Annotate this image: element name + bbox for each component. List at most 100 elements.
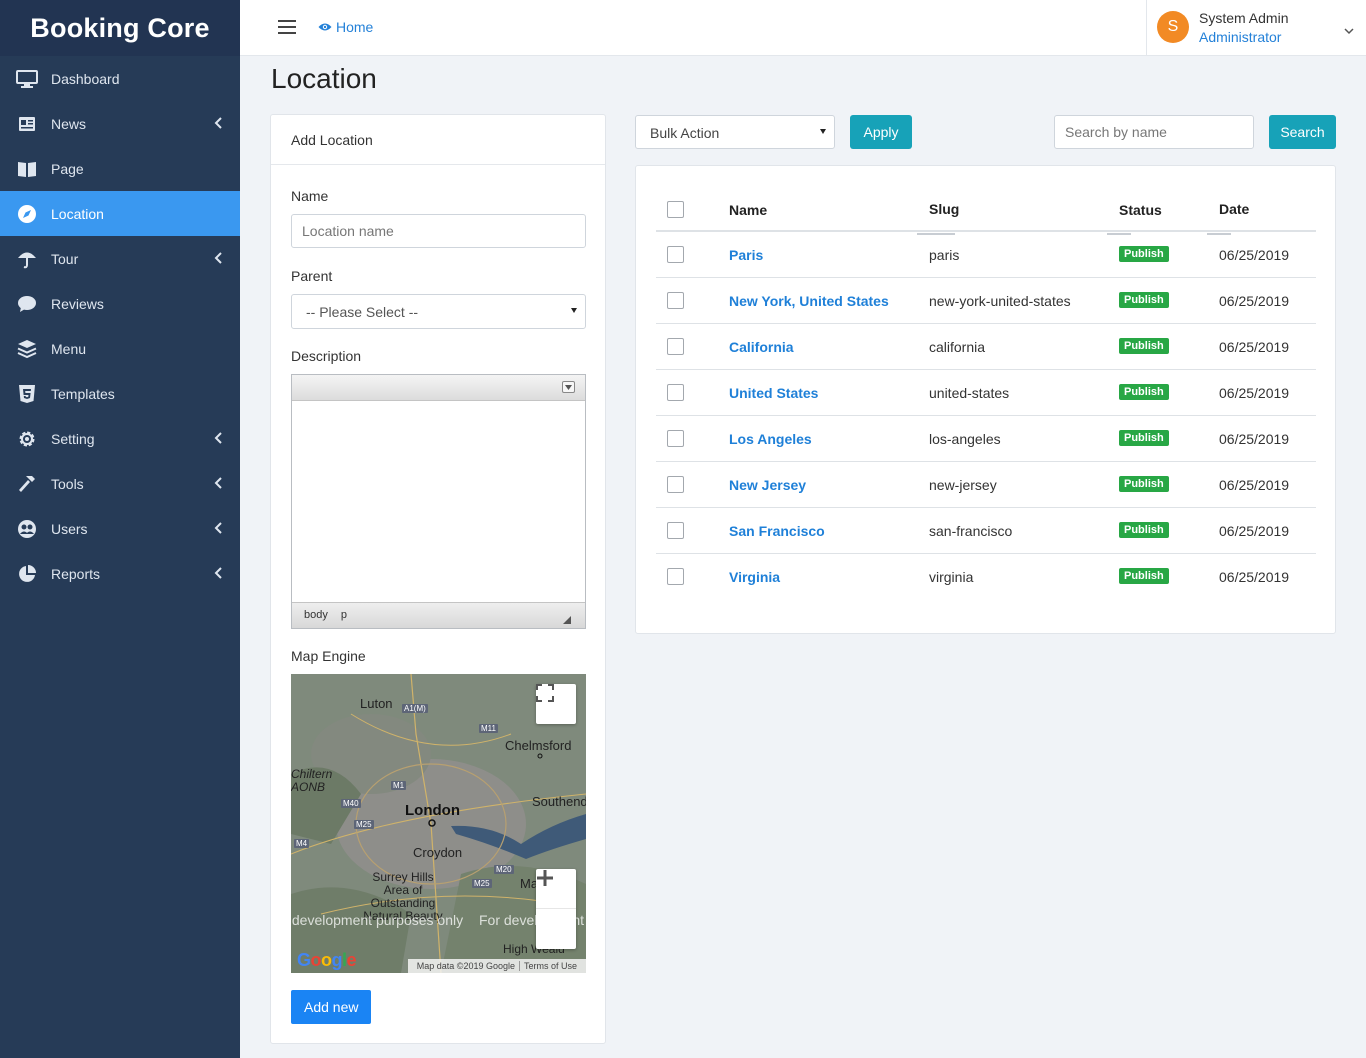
location-name-link[interactable]: Virginia (729, 569, 780, 585)
book-icon (16, 158, 38, 180)
map-label-chiltern: Chiltern AONB (291, 767, 333, 794)
breadcrumb-home-link[interactable]: Home (318, 19, 373, 35)
zoom-out-button[interactable] (536, 876, 576, 949)
sidebar-item-dashboard[interactable]: Dashboard (0, 56, 240, 101)
user-menu[interactable]: S System Admin Administrator (1146, 0, 1366, 55)
status-badge: Publish (1119, 292, 1169, 308)
chevron-left-icon (214, 251, 222, 267)
sidebar-item-page[interactable]: Page (0, 146, 240, 191)
location-name-link[interactable]: New Jersey (729, 477, 806, 493)
location-name-link[interactable]: Paris (729, 247, 763, 263)
location-name-link[interactable]: United States (729, 385, 818, 401)
sidebar-item-users[interactable]: Users (0, 506, 240, 551)
row-checkbox[interactable] (667, 292, 684, 309)
map-attribution: Map data ©2019 Google Terms of Use (407, 959, 586, 973)
chevron-left-icon (214, 431, 222, 447)
sidebar-item-tools[interactable]: Tools (0, 461, 240, 506)
map-label-luton: Luton (360, 696, 393, 711)
location-slug: new-jersey (929, 477, 997, 493)
sidebar-item-menu[interactable]: Menu (0, 326, 240, 371)
description-label: Description (291, 348, 362, 364)
brand-logo[interactable]: Booking Core (0, 0, 240, 56)
compass-icon (16, 203, 38, 225)
description-editor[interactable]: body p (291, 374, 586, 629)
parent-select[interactable]: -- Please Select -- (291, 294, 586, 329)
chevron-left-icon (214, 476, 222, 492)
table-body: Paris paris Publish 06/25/2019 New York,… (656, 232, 1316, 600)
card-header: Add Location (271, 115, 605, 165)
sidebar-item-news[interactable]: News (0, 101, 240, 146)
search-button[interactable]: Search (1269, 115, 1336, 149)
html5-icon (16, 383, 38, 405)
pie-chart-icon (16, 563, 38, 585)
fullscreen-button[interactable] (536, 684, 576, 724)
resize-handle-icon[interactable] (563, 616, 571, 624)
umbrella-icon (16, 248, 38, 270)
map-label-maidstone: Maidstone (520, 876, 536, 891)
location-name-link[interactable]: San Francisco (729, 523, 825, 539)
sidebar-item-reports[interactable]: Reports (0, 551, 240, 596)
map-view[interactable]: Luton Chelmsford London Southend Croydon… (291, 674, 586, 973)
location-date: 06/25/2019 (1219, 523, 1290, 539)
location-slug: san-francisco (929, 523, 1013, 539)
eye-icon (318, 19, 336, 35)
row-checkbox[interactable] (667, 384, 684, 401)
column-header-status[interactable]: Status (1119, 202, 1162, 218)
location-date: 06/25/2019 (1219, 477, 1290, 493)
column-header-date[interactable]: Date (1219, 201, 1249, 217)
sidebar-item-templates[interactable]: Templates (0, 371, 240, 416)
sidebar-item-label: Tour (51, 250, 79, 267)
sidebar-item-label: News (51, 115, 87, 132)
road-shield: M1 (391, 781, 407, 790)
sidebar-item-label: Page (51, 160, 84, 177)
table-header: Name Slug Status Date (656, 186, 1316, 235)
sidebar-item-reviews[interactable]: Reviews (0, 281, 240, 326)
row-checkbox[interactable] (667, 430, 684, 447)
location-name-link[interactable]: California (729, 339, 794, 355)
table-row: New Jersey new-jersey Publish 06/25/2019 (656, 462, 1316, 508)
search-input[interactable] (1054, 115, 1254, 149)
location-name-link[interactable]: Los Angeles (729, 431, 812, 447)
hammer-icon (16, 473, 38, 495)
location-slug: paris (929, 247, 960, 263)
road-shield: M11 (479, 724, 498, 733)
user-role: Administrator (1199, 29, 1282, 45)
toolbar-toggle-icon[interactable] (562, 381, 575, 393)
gear-icon (16, 428, 38, 450)
row-checkbox[interactable] (667, 246, 684, 263)
table-row: New York, United States new-york-united-… (656, 278, 1316, 324)
bulk-action-select[interactable]: Bulk Action (635, 115, 835, 149)
row-checkbox[interactable] (667, 476, 684, 493)
location-date: 06/25/2019 (1219, 385, 1290, 401)
row-checkbox[interactable] (667, 522, 684, 539)
select-all-checkbox[interactable] (667, 201, 684, 218)
column-header-name[interactable]: Name (729, 202, 767, 218)
newspaper-icon (16, 113, 38, 135)
add-location-card: Add Location Name Parent -- Please Selec… (270, 114, 606, 1044)
add-new-button[interactable]: Add new (291, 990, 372, 1024)
sidebar: Booking Core Dashboard News Page Locatio… (0, 0, 240, 1058)
location-name-input[interactable] (291, 214, 586, 248)
editor-path-p[interactable]: p (341, 609, 347, 621)
comment-icon (16, 293, 38, 315)
sidebar-item-location[interactable]: Location (0, 191, 240, 236)
location-slug: united-states (929, 385, 1010, 401)
status-badge: Publish (1119, 522, 1169, 538)
hamburger-menu-icon[interactable] (278, 20, 296, 34)
column-header-slug[interactable]: Slug (929, 201, 959, 217)
location-date: 06/25/2019 (1219, 293, 1290, 309)
home-label: Home (336, 19, 374, 35)
row-checkbox[interactable] (667, 568, 684, 585)
editor-path-body[interactable]: body (304, 609, 328, 621)
status-badge: Publish (1119, 246, 1169, 262)
caret-down-icon (820, 129, 826, 134)
row-checkbox[interactable] (667, 338, 684, 355)
sidebar-item-setting[interactable]: Setting (0, 416, 240, 461)
sidebar-item-label: Templates (51, 385, 115, 402)
terms-of-use-link[interactable]: Terms of Use (520, 961, 581, 971)
sidebar-item-tour[interactable]: Tour (0, 236, 240, 281)
apply-button[interactable]: Apply (850, 115, 912, 149)
location-name-link[interactable]: New York, United States (729, 293, 889, 309)
status-badge: Publish (1119, 568, 1169, 584)
monitor-icon (16, 68, 38, 90)
